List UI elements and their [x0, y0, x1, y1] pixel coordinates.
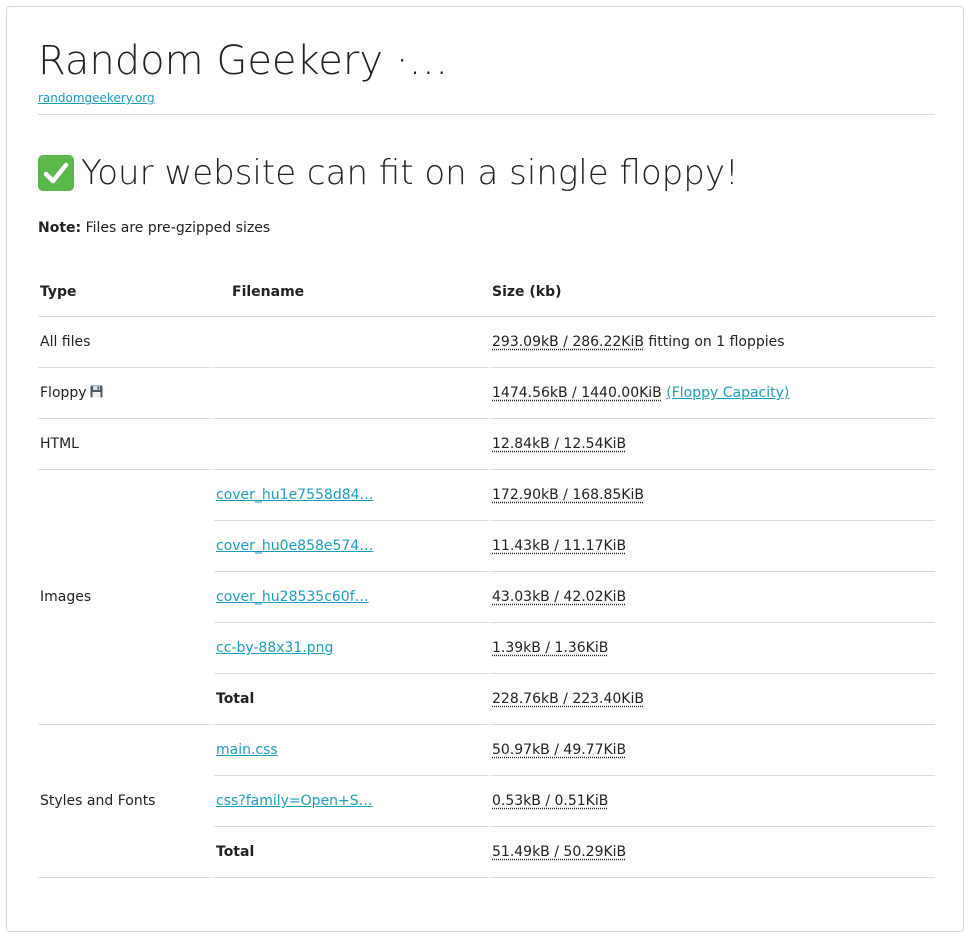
size-value: 1474.56kB / 1440.00KiB — [492, 385, 662, 401]
size-cell: 50.97kB / 49.77KiB — [490, 725, 935, 776]
headline-text: Your website can fit on a single floppy! — [81, 153, 739, 193]
filename-cell: cc-by-88x31.png — [214, 623, 490, 674]
size-table: Type Filename Size (kb) All files 293.09… — [38, 267, 935, 878]
filename-cell — [214, 368, 490, 419]
file-link[interactable]: cover_hu28535c60f… — [216, 589, 369, 605]
size-cell: 11.43kB / 11.17KiB — [490, 521, 935, 572]
type-cell: Styles and Fonts — [38, 725, 214, 878]
table-row-html: HTML 12.84kB / 12.54KiB — [38, 419, 935, 470]
size-cell: 51.49kB / 50.29KiB — [490, 827, 935, 878]
size-cell: 172.90kB / 168.85KiB — [490, 470, 935, 521]
size-cell: 12.84kB / 12.54KiB — [490, 419, 935, 470]
filename-cell: cover_hu28535c60f… — [214, 572, 490, 623]
size-value: 50.97kB / 49.77KiB — [492, 742, 627, 758]
size-cell: 228.76kB / 223.40KiB — [490, 674, 935, 725]
file-link[interactable]: css?family=Open+S… — [216, 793, 373, 809]
size-value: 43.03kB / 42.02KiB — [492, 589, 627, 605]
size-cell: 1474.56kB / 1440.00KiB (Floppy Capacity) — [490, 368, 935, 419]
floppy-count-text: fitting on 1 floppies — [643, 334, 785, 350]
type-cell: Floppy — [38, 368, 214, 419]
size-value: 1.39kB / 1.36KiB — [492, 640, 609, 656]
size-value: 228.76kB / 223.40KiB — [492, 691, 644, 707]
filename-cell — [214, 317, 490, 368]
size-cell: 293.09kB / 286.22KiB fitting on 1 floppi… — [490, 317, 935, 368]
filename-cell: css?family=Open+S… — [214, 776, 490, 827]
floppy-disk-icon — [90, 385, 103, 398]
site-title: Random Geekery ·… — [38, 38, 449, 84]
file-link[interactable]: main.css — [216, 742, 278, 758]
size-cell: 0.53kB / 0.51KiB — [490, 776, 935, 827]
size-cell: 1.39kB / 1.36KiB — [490, 623, 935, 674]
file-link[interactable]: cover_hu0e858e574… — [216, 538, 373, 554]
table-row-style: Styles and Fonts main.css 50.97kB / 49.7… — [38, 725, 935, 878]
result-headline: Your website can fit on a single floppy! — [38, 153, 739, 193]
size-value: 172.90kB / 168.85KiB — [492, 487, 644, 503]
filename-cell: cover_hu0e858e574… — [214, 521, 490, 572]
note-text: Files are pre-gzipped sizes — [81, 220, 271, 236]
size-value: 51.49kB / 50.29KiB — [492, 844, 627, 860]
file-link[interactable]: cover_hu1e7558d84… — [216, 487, 374, 503]
type-cell: Images — [38, 470, 214, 725]
table-row-floppy: Floppy 1474.56kB / 1440.00KiB (Floppy Ca… — [38, 368, 935, 419]
site-link[interactable]: randomgeekery.org — [38, 91, 155, 105]
type-cell: All files — [38, 317, 214, 368]
divider — [38, 114, 935, 115]
size-value: 293.09kB / 286.22KiB — [492, 334, 644, 350]
table-row-all-files: All files 293.09kB / 286.22KiB fitting o… — [38, 317, 935, 368]
file-link[interactable]: cc-by-88x31.png — [216, 640, 333, 656]
content-card: Random Geekery ·… randomgeekery.org Your… — [6, 6, 964, 932]
table-row-image: Images cover_hu1e7558d84… 172.90kB / 168… — [38, 470, 935, 725]
header-filename: Filename — [214, 267, 490, 317]
size-value: 11.43kB / 11.17KiB — [492, 538, 627, 554]
filename-cell — [214, 419, 490, 470]
floppy-capacity-link[interactable]: (Floppy Capacity) — [666, 385, 789, 401]
note: Note: Files are pre-gzipped sizes — [38, 220, 270, 236]
note-label: Note: — [38, 220, 82, 236]
size-cell: 43.03kB / 42.02KiB — [490, 572, 935, 623]
filename-cell: main.css — [214, 725, 490, 776]
header-size: Size (kb) — [490, 267, 935, 317]
check-mark-icon — [38, 155, 74, 191]
header-type: Type — [38, 267, 214, 317]
type-label: Floppy — [40, 385, 87, 401]
size-value: 0.53kB / 0.51KiB — [492, 793, 609, 809]
size-value: 12.84kB / 12.54KiB — [492, 436, 627, 452]
filename-cell: cover_hu1e7558d84… — [214, 470, 490, 521]
total-label: Total — [214, 827, 490, 878]
total-label: Total — [214, 674, 490, 725]
type-cell: HTML — [38, 419, 214, 470]
